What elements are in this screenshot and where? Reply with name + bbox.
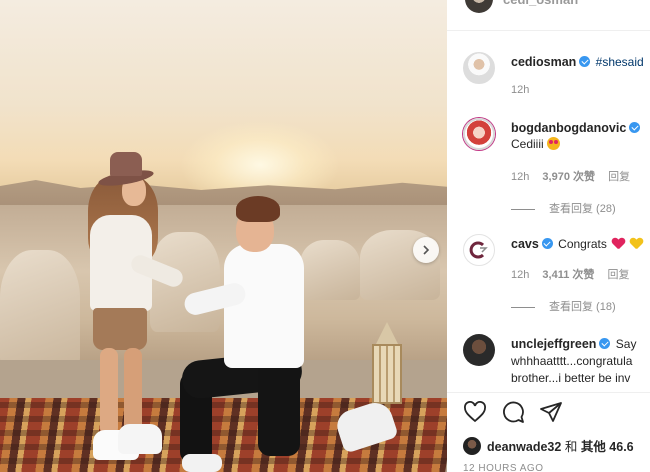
comment-username[interactable]: unclejeffgreen xyxy=(511,337,596,351)
verified-icon xyxy=(579,56,591,67)
post-author-header[interactable]: cedi_osman xyxy=(465,0,578,13)
comment-time: 12h xyxy=(511,171,530,183)
view-replies-label[interactable]: 查看回复 (28) xyxy=(549,203,616,215)
post-actions xyxy=(463,400,563,424)
woman-leg xyxy=(100,348,118,436)
view-replies-button[interactable]: 查看回复 (18) xyxy=(511,298,616,314)
avatar[interactable] xyxy=(463,118,495,150)
heart-icon[interactable] xyxy=(463,401,487,423)
comment-text: Cediiii xyxy=(511,137,544,151)
comment-likes[interactable]: 3,970 次赞 xyxy=(542,171,595,183)
yellow-heart-icon xyxy=(630,238,642,249)
comment: cavs Congrats 12h 3,411 次赞 回复 查看回复 (18) xyxy=(463,234,650,324)
cavs-logo-icon xyxy=(469,241,488,259)
woman-leg xyxy=(124,348,142,434)
liked-by-joiner: 和 xyxy=(564,440,578,454)
rock-formation xyxy=(300,240,360,300)
comment: bogdanbogdanovic Cediiii 12h 3,970 次赞 回复… xyxy=(463,118,650,218)
divider xyxy=(511,208,535,210)
comment-time: 12h xyxy=(511,84,530,96)
post-photo[interactable] xyxy=(0,0,447,472)
divider xyxy=(511,306,535,308)
woman-hat xyxy=(97,152,155,189)
comment-text: Congrats xyxy=(558,237,607,251)
verified-icon xyxy=(599,338,611,349)
divider xyxy=(447,30,650,31)
red-heart-icon xyxy=(612,238,624,249)
comment-body: cavs Congrats xyxy=(511,236,650,252)
man-shirt xyxy=(224,244,304,368)
comment-time: 12h xyxy=(511,269,530,281)
chevron-right-icon xyxy=(423,245,430,255)
next-photo-button[interactable] xyxy=(413,237,439,263)
comment-meta: 12h 3,411 次赞 回复 xyxy=(511,266,639,282)
view-replies-label[interactable]: 查看回复 (18) xyxy=(549,301,616,313)
comment-body: bogdanbogdanovic Cediiii xyxy=(511,120,650,152)
hashtag-link[interactable]: #shesaid xyxy=(596,55,644,69)
lantern xyxy=(370,322,404,408)
comment-icon[interactable] xyxy=(501,400,525,424)
liked-by[interactable]: deanwade32 和 其他 46.6 xyxy=(463,436,634,455)
comment-likes[interactable]: 3,411 次赞 xyxy=(542,269,594,281)
liked-by-others[interactable]: 其他 46.6 xyxy=(581,440,634,454)
post-author-username[interactable]: cedi_osman xyxy=(503,0,578,7)
comment-text: whhhaatttt...congratula xyxy=(511,354,633,368)
comment-text: Say xyxy=(615,337,637,351)
avatar[interactable] xyxy=(465,0,493,13)
verified-icon xyxy=(629,122,641,133)
comment: unclejeffgreen Say whhhaatttt...congratu… xyxy=(463,334,650,390)
comment-text: brother...i better be inv xyxy=(511,371,631,385)
reply-button[interactable]: 回复 xyxy=(607,269,629,281)
man-leg xyxy=(258,360,300,456)
verified-icon xyxy=(541,238,553,249)
woman-shorts xyxy=(93,308,147,350)
comment-body: unclejeffgreen Say whhhaatttt...congratu… xyxy=(511,336,650,387)
comment-username[interactable]: bogdanbogdanovic xyxy=(511,121,626,135)
post-timestamp: 12 HOURS AGO xyxy=(463,463,544,472)
comment-username[interactable]: cediosman xyxy=(511,55,576,69)
man-hair xyxy=(236,196,280,222)
comment-meta: 12h 3,970 次赞 回复 xyxy=(511,168,640,184)
comments-panel: cedi_osman cediosman #shesaid 12h bogdan… xyxy=(447,0,650,472)
view-replies-button[interactable]: 查看回复 (28) xyxy=(511,200,616,216)
heart-eyes-emoji-icon xyxy=(547,137,561,150)
avatar[interactable] xyxy=(463,52,495,84)
avatar[interactable] xyxy=(463,436,481,455)
divider xyxy=(447,392,650,393)
comment-meta: 12h xyxy=(511,84,539,96)
man-sneaker xyxy=(182,454,222,472)
share-icon[interactable] xyxy=(539,401,563,423)
comment-body: cediosman #shesaid xyxy=(511,54,650,70)
comment-username[interactable]: cavs xyxy=(511,237,539,251)
woman-sneaker xyxy=(118,424,162,454)
rock-formation xyxy=(0,250,80,370)
avatar[interactable] xyxy=(463,334,495,366)
reply-button[interactable]: 回复 xyxy=(608,171,630,183)
comment: cediosman #shesaid 12h xyxy=(463,52,650,102)
liked-by-user[interactable]: deanwade32 xyxy=(487,440,561,454)
avatar[interactable] xyxy=(463,234,495,266)
